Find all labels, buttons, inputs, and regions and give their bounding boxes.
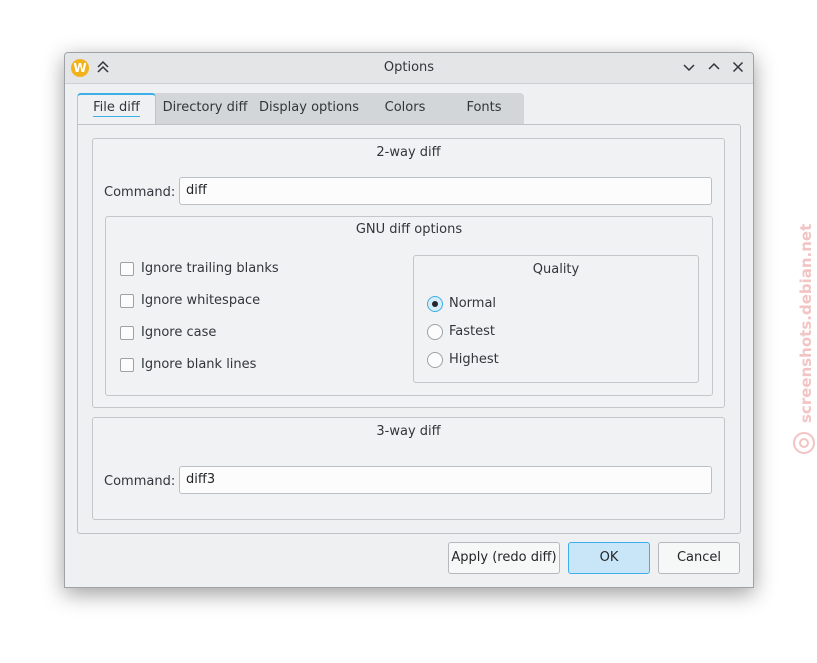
tab-colors[interactable]: Colors: [367, 93, 443, 125]
checkbox-label: Ignore blank lines: [141, 357, 257, 372]
tab-bar: File diff Directory diff Display options…: [77, 93, 524, 125]
ok-button[interactable]: OK: [568, 542, 650, 574]
radio-highest[interactable]: [427, 352, 443, 368]
minimize-icon[interactable]: [679, 57, 699, 77]
group-title: 2-way diff: [376, 145, 441, 160]
tab-directory-diff[interactable]: Directory diff: [158, 93, 252, 125]
radio-label: Fastest: [449, 324, 495, 339]
checkbox-ignore-case[interactable]: [120, 326, 134, 340]
checkbox-label: Ignore trailing blanks: [141, 261, 279, 276]
two-way-command-input[interactable]: diff: [179, 177, 712, 205]
radio-label: Normal: [449, 296, 497, 311]
cancel-button[interactable]: Cancel: [658, 542, 740, 574]
gnu-diff-options-group: GNU diff options Ignore trailing blanks …: [105, 216, 713, 396]
checkbox-ignore-blank-lines[interactable]: [120, 358, 134, 372]
radio-fastest[interactable]: [427, 324, 443, 340]
window-title: Options: [383, 60, 435, 75]
options-dialog: W Options File diff Directory diff Displ…: [64, 52, 754, 588]
watermark-graphic: screenshots.debian.net: [793, 224, 815, 454]
checkbox-ignore-trailing-blanks[interactable]: [120, 262, 134, 276]
three-way-command-input[interactable]: diff3: [179, 466, 712, 494]
tab-label: File diff: [93, 100, 140, 117]
checkbox-label: Ignore whitespace: [141, 293, 261, 308]
tab-fonts[interactable]: Fonts: [447, 93, 521, 125]
group-title: Quality: [532, 262, 580, 277]
watermark: screenshots.debian.net: [792, 216, 816, 456]
radio-normal[interactable]: [427, 296, 443, 312]
checkbox-label: Ignore case: [141, 325, 217, 340]
three-way-diff-group: 3-way diff Command: diff3: [92, 417, 725, 520]
maximize-icon[interactable]: [704, 57, 724, 77]
group-title: GNU diff options: [355, 222, 463, 237]
group-title: 3-way diff: [376, 424, 441, 439]
command-label: Command:: [104, 185, 176, 200]
checkbox-ignore-whitespace[interactable]: [120, 294, 134, 308]
tab-panel: 2-way diff Command: diff GNU diff option…: [77, 124, 741, 534]
command-label: Command:: [104, 474, 176, 489]
watermark-text: screenshots.debian.net: [797, 224, 815, 423]
quality-group: Quality Normal Fastest Highest: [413, 255, 699, 383]
close-icon[interactable]: [728, 57, 748, 77]
titlebar: W Options: [65, 53, 753, 84]
apply-redo-diff-button[interactable]: Apply (redo diff): [448, 542, 560, 574]
tab-display-options[interactable]: Display options: [255, 93, 363, 125]
tab-file-diff[interactable]: File diff: [77, 93, 156, 124]
radio-label: Highest: [449, 352, 499, 367]
two-way-diff-group: 2-way diff Command: diff GNU diff option…: [92, 138, 725, 408]
